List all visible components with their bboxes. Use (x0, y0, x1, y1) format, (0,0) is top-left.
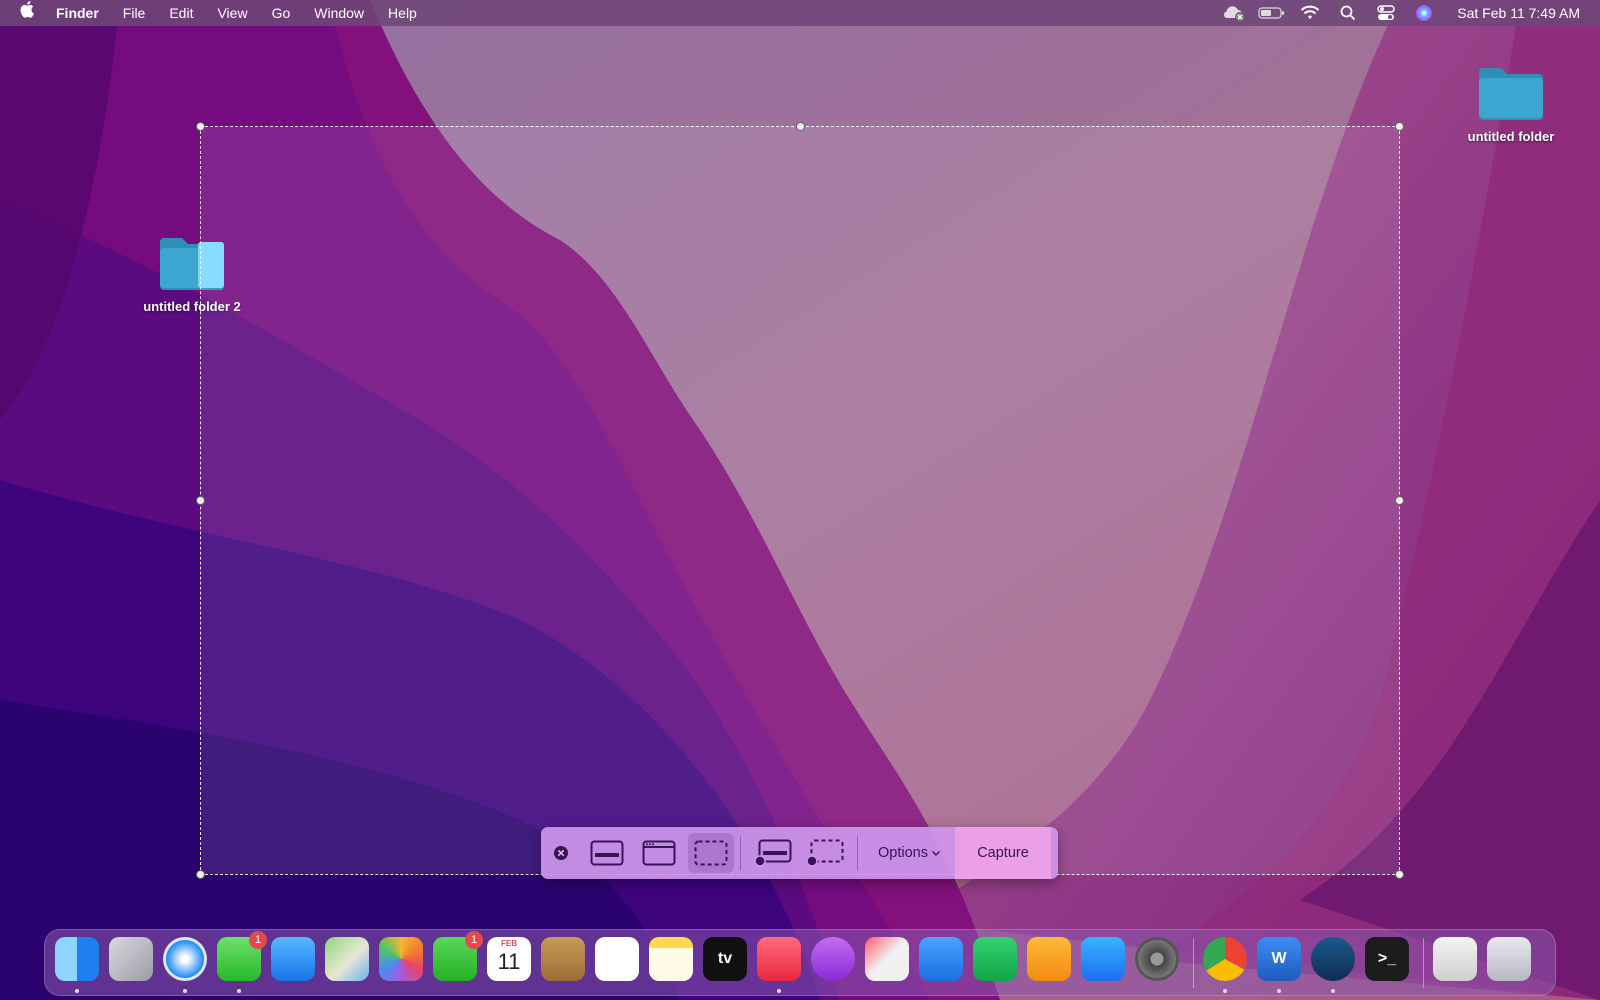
dock-launchpad-icon[interactable] (109, 937, 153, 981)
entire-screen-icon (590, 840, 624, 866)
dock-photos-icon[interactable] (379, 937, 423, 981)
search-icon[interactable] (1329, 0, 1367, 26)
options-label: Options (878, 845, 928, 861)
dock-keynote-icon[interactable] (919, 937, 963, 981)
chevron-down-icon (931, 851, 940, 856)
record-selected-portion-button[interactable] (799, 833, 851, 873)
dock-mail-icon[interactable] (271, 937, 315, 981)
menu-edit[interactable]: Edit (157, 0, 205, 26)
running-indicator (1331, 989, 1335, 993)
selection-icon (694, 840, 728, 866)
dock-trash-icon[interactable] (1487, 937, 1531, 981)
dock-downloads-stack-icon[interactable] (1433, 937, 1477, 981)
capture-selection-area[interactable] (196, 122, 1404, 879)
menu-clock[interactable]: Sat Feb 11 7:49 AM (1443, 5, 1600, 21)
dock: 1 1 FEB 11 tv W >_ (44, 929, 1556, 996)
menu-app-name[interactable]: Finder (44, 0, 111, 26)
apple-tv-text: tv (717, 950, 733, 967)
menu-bar: Finder File Edit View Go Window Help Sat… (0, 0, 1600, 26)
dock-numbers-icon[interactable] (973, 937, 1017, 981)
capture-selected-portion-button[interactable] (688, 833, 734, 873)
running-indicator (1223, 989, 1227, 993)
icloud-error-icon[interactable] (1215, 0, 1253, 26)
dock-reminders-icon[interactable] (595, 937, 639, 981)
dock-chrome-icon[interactable] (1203, 937, 1247, 981)
running-indicator (237, 989, 241, 993)
close-icon (554, 846, 568, 860)
dock-contacts-icon[interactable] (541, 937, 585, 981)
terminal-text: >_ (1377, 950, 1397, 967)
dock-word-icon[interactable]: W (1257, 937, 1301, 981)
dock-safari-icon[interactable] (163, 937, 207, 981)
dock-podcasts-icon[interactable] (811, 937, 855, 981)
calendar-day: 11 (497, 949, 521, 974)
window-icon (642, 840, 676, 866)
notification-badge: 1 (249, 931, 267, 949)
dock-notes-icon[interactable] (649, 937, 693, 981)
battery-icon[interactable] (1253, 0, 1291, 26)
calendar-month: FEB (501, 939, 517, 948)
handle-top-center[interactable] (796, 122, 805, 131)
capture-button[interactable]: Capture (954, 827, 1051, 879)
dock-separator (1423, 938, 1424, 988)
menu-help[interactable]: Help (376, 0, 429, 26)
toolbar-separator (740, 836, 741, 870)
dock-maps-icon[interactable] (325, 937, 369, 981)
handle-top-left[interactable] (196, 122, 205, 131)
menu-window[interactable]: Window (302, 0, 376, 26)
dock-finder-icon[interactable] (55, 937, 99, 981)
handle-middle-left[interactable] (196, 496, 205, 505)
dock-music-icon[interactable] (757, 937, 801, 981)
running-indicator (1277, 989, 1281, 993)
dock-messages-icon[interactable]: 1 (217, 931, 267, 981)
record-entire-screen-button[interactable] (747, 833, 799, 873)
handle-middle-right[interactable] (1395, 496, 1404, 505)
running-indicator (777, 989, 781, 993)
apple-logo-icon[interactable] (0, 0, 44, 26)
desktop-folder-untitled-folder[interactable]: untitled folder (1441, 64, 1581, 144)
dock-system-preferences-icon[interactable] (1135, 937, 1179, 981)
dock-news-icon[interactable] (865, 937, 909, 981)
wifi-icon[interactable] (1291, 0, 1329, 26)
running-indicator (183, 989, 187, 993)
dock-steam-icon[interactable] (1311, 937, 1355, 981)
handle-bottom-right[interactable] (1395, 870, 1404, 879)
dock-apple-tv-icon[interactable]: tv (703, 937, 747, 981)
dock-app-store-icon[interactable] (1081, 937, 1125, 981)
handle-bottom-left[interactable] (196, 870, 205, 879)
dock-calendar-icon[interactable]: FEB 11 (487, 937, 531, 981)
capture-entire-screen-button[interactable] (581, 833, 633, 873)
selection-highlight (201, 127, 1399, 874)
word-text: W (1271, 950, 1287, 967)
notification-badge: 1 (465, 931, 483, 949)
folder-icon (1479, 68, 1543, 120)
dock-pages-icon[interactable] (1027, 937, 1071, 981)
siri-icon[interactable] (1405, 0, 1443, 26)
options-button[interactable]: Options (864, 827, 955, 879)
running-indicator (75, 989, 79, 993)
dock-terminal-icon[interactable]: >_ (1365, 937, 1409, 981)
toolbar-separator (857, 836, 858, 870)
record-selection-icon (806, 839, 844, 867)
close-button[interactable] (541, 833, 581, 873)
screenshot-toolbar: Options Capture (541, 827, 1058, 879)
record-screen-icon (754, 839, 792, 867)
control-center-icon[interactable] (1367, 0, 1405, 26)
folder-label: untitled folder (1467, 129, 1555, 144)
capture-selected-window-button[interactable] (633, 833, 685, 873)
menu-go[interactable]: Go (260, 0, 303, 26)
dock-facetime-icon[interactable]: 1 (433, 931, 483, 981)
handle-top-right[interactable] (1395, 122, 1404, 131)
menu-view[interactable]: View (205, 0, 259, 26)
dock-separator (1193, 938, 1194, 988)
menu-file[interactable]: File (111, 0, 158, 26)
